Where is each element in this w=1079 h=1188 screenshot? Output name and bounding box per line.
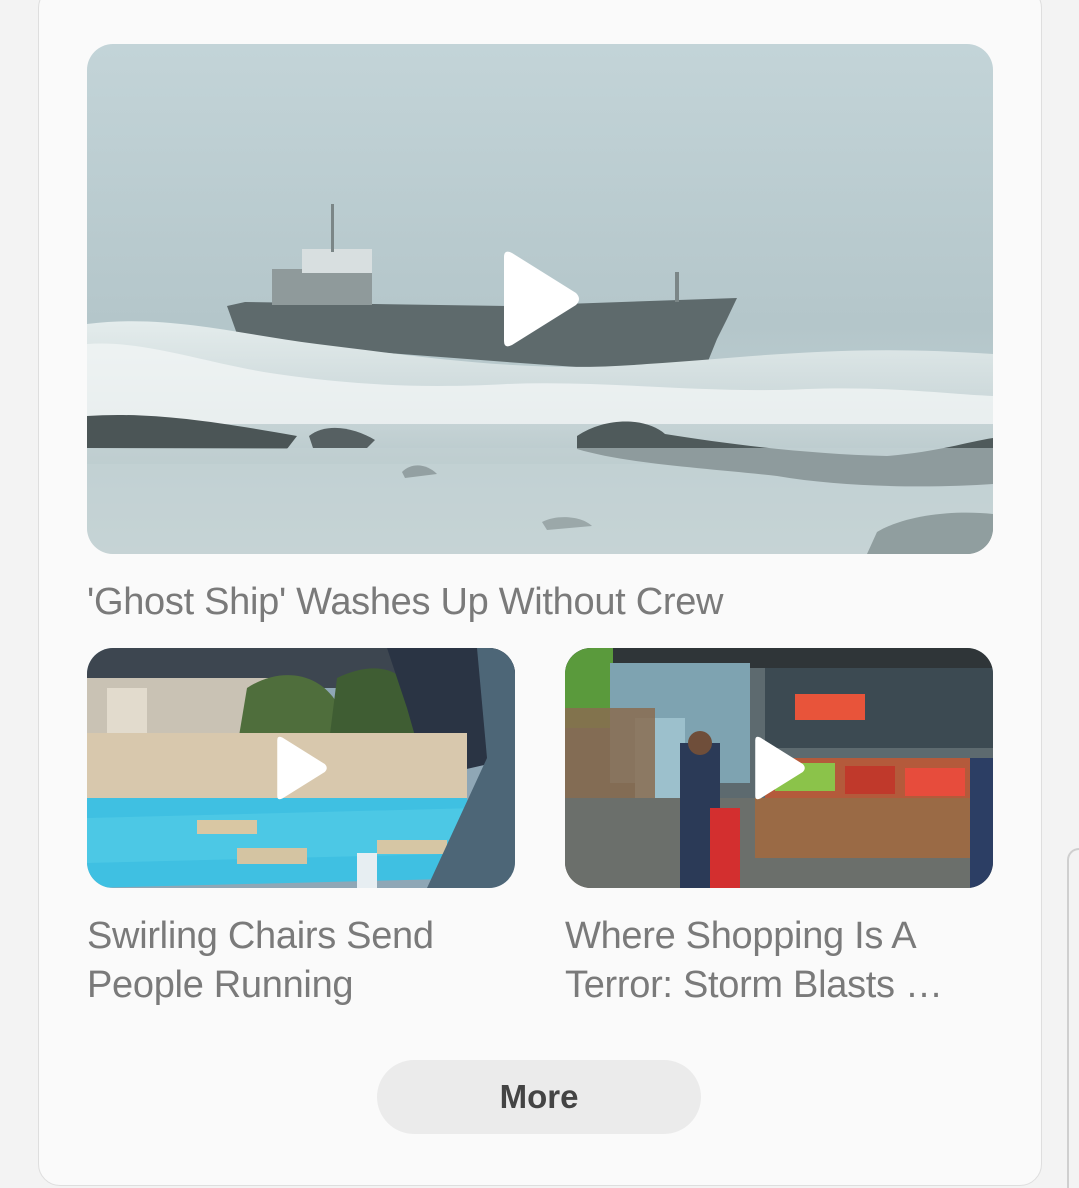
video-headline-2[interactable]: Where Shopping Is A Terror: Storm Blasts… xyxy=(565,912,943,1010)
featured-headline[interactable]: 'Ghost Ship' Washes Up Without Crew xyxy=(87,578,723,627)
scroll-indicator[interactable] xyxy=(1067,848,1079,1188)
video-headline-1[interactable]: Swirling Chairs Send People Running xyxy=(87,912,434,1010)
more-button[interactable]: More xyxy=(377,1060,701,1134)
video-headline-1-line2: People Running xyxy=(87,964,354,1006)
play-icon xyxy=(277,736,327,800)
featured-video-thumbnail[interactable] xyxy=(87,44,993,554)
play-icon xyxy=(504,251,579,347)
video-thumbnail-2[interactable] xyxy=(565,648,993,888)
video-headline-2-line1: Where Shopping Is A xyxy=(565,915,917,957)
video-headline-1-line1: Swirling Chairs Send xyxy=(87,915,434,957)
video-headline-2-line2: Terror: Storm Blasts … xyxy=(565,964,943,1006)
play-icon xyxy=(755,736,805,800)
video-thumbnail-1[interactable] xyxy=(87,648,515,888)
